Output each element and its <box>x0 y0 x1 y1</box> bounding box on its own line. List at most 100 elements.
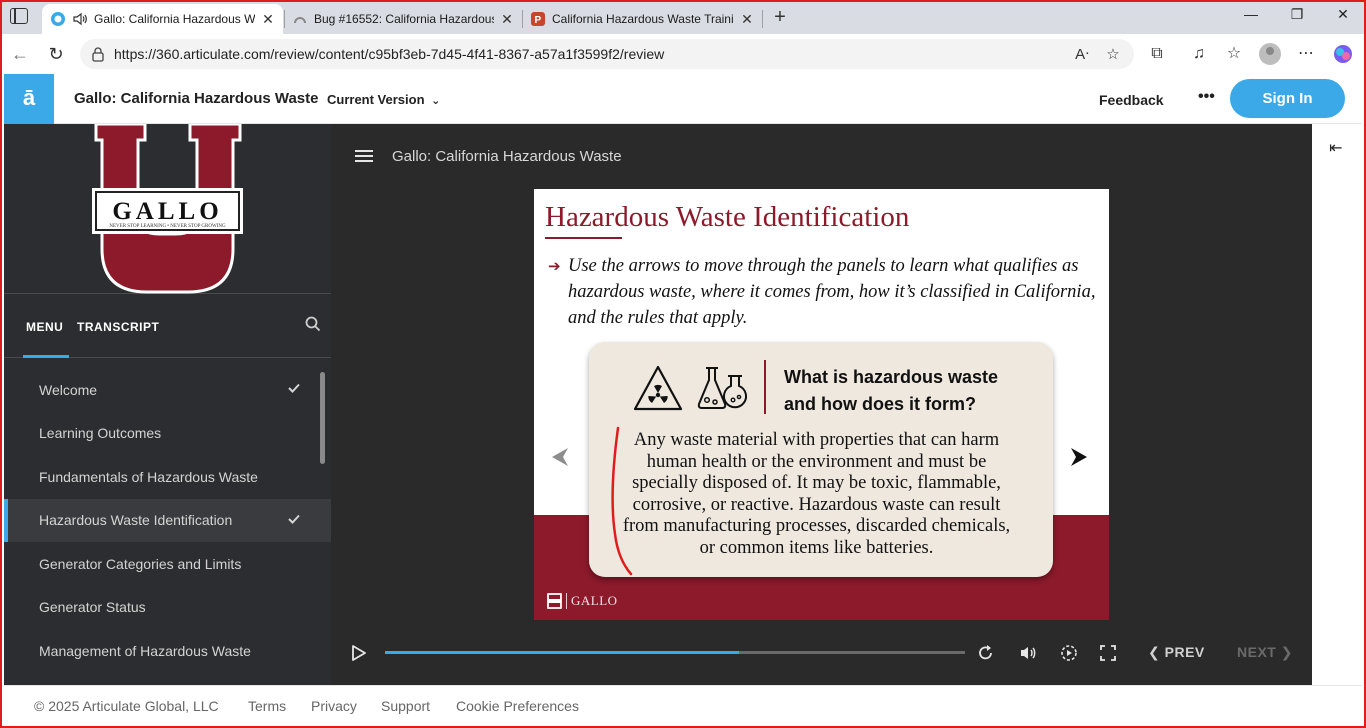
course-player: GALLO NEVER STOP LEARNING • NEVER STOP G… <box>4 124 1312 685</box>
completed-check-icon <box>288 383 300 393</box>
menu-item-fundamentals[interactable]: Fundamentals of Hazardous Waste <box>4 455 331 499</box>
tab-close-icon[interactable]: ✕ <box>740 11 754 28</box>
footer-link-cookie-preferences[interactable]: Cookie Preferences <box>456 698 579 714</box>
favorite-star-icon[interactable]: ☆ <box>1103 45 1123 63</box>
minimize-icon[interactable]: — <box>1241 6 1261 22</box>
slide-brand: GALLO <box>547 593 618 609</box>
page-footer: © 2025 Articulate Global, LLC Terms Priv… <box>4 685 1362 726</box>
more-options-icon[interactable]: ••• <box>1198 88 1215 106</box>
profile-avatar[interactable] <box>1259 43 1281 65</box>
footer-link-support[interactable]: Support <box>381 698 430 714</box>
fullscreen-icon[interactable] <box>1099 644 1117 662</box>
tab-close-icon[interactable]: ✕ <box>261 11 275 28</box>
site-info-icon[interactable] <box>90 46 106 62</box>
card-body: Any waste material with properties that … <box>622 430 1011 558</box>
browser-tab-strip: Gallo: California Hazardous Waste ✕ Bug … <box>0 0 1366 34</box>
address-bar[interactable]: https://360.articulate.com/review/conten… <box>80 39 1134 69</box>
hazard-triangle-icon <box>633 365 683 411</box>
speaker-icon[interactable] <box>72 11 88 27</box>
course-sidebar: GALLO NEVER STOP LEARNING • NEVER STOP G… <box>4 124 331 685</box>
back-icon[interactable]: ← <box>8 42 32 66</box>
logo-area: GALLO NEVER STOP LEARNING • NEVER STOP G… <box>4 124 331 294</box>
tab-title: California Hazardous Waste Training <box>552 12 734 26</box>
menu-item-label: Fundamentals of Hazardous Waste <box>39 468 258 485</box>
powerpoint-favicon-icon: P <box>531 12 545 26</box>
menu-item-generator-status[interactable]: Generator Status <box>4 586 331 630</box>
settings-more-icon[interactable]: ⋯ <box>1295 43 1317 65</box>
lab-flasks-icon <box>697 367 747 409</box>
card-heading: What is hazardous waste and how does it … <box>784 367 999 414</box>
refresh-icon[interactable]: ↻ <box>44 42 68 66</box>
logo-tagline: NEVER STOP LEARNING • NEVER STOP GROWING <box>109 224 226 229</box>
prev-label: PREV <box>1164 644 1205 660</box>
menu-item-hazardous-waste-identification[interactable]: Hazardous Waste Identification <box>4 498 331 542</box>
favorites-icon[interactable]: ☆ <box>1223 43 1245 65</box>
tab-transcript[interactable]: TRANSCRIPT <box>77 320 159 334</box>
read-aloud-icon[interactable]: Aᐧ <box>1072 45 1092 63</box>
slide-instruction: Use the arrows to move through the panel… <box>568 256 1096 328</box>
menu-scrollbar[interactable] <box>320 372 325 464</box>
browser-tab-bug[interactable]: Bug #16552: California Hazardous Waste ✕ <box>284 4 522 34</box>
window-close-icon[interactable]: ✕ <box>1333 6 1353 23</box>
active-tab-indicator <box>23 355 69 358</box>
browser-tab-course[interactable]: Gallo: California Hazardous Waste ✕ <box>42 4 283 34</box>
menu-item-label: Generator Status <box>39 599 146 616</box>
next-label: NEXT <box>1237 644 1277 660</box>
tab-close-icon[interactable]: ✕ <box>500 11 514 28</box>
playback-speed-icon[interactable] <box>1060 644 1078 662</box>
course-title: Gallo: California Hazardous Waste <box>74 90 319 107</box>
articulate-logo[interactable]: ā <box>4 74 54 124</box>
version-label: Current Version <box>327 92 425 107</box>
svg-text:P: P <box>535 15 542 26</box>
hamburger-menu-icon[interactable] <box>355 150 373 164</box>
extensions-icon[interactable]: ⧉ <box>1146 43 1168 65</box>
title-underline <box>545 237 622 239</box>
stage-course-title: Gallo: California Hazardous Waste <box>392 148 622 165</box>
sign-in-button[interactable]: Sign In <box>1230 79 1345 118</box>
menu-item-label: Management of Hazardous Waste <box>39 642 251 659</box>
menu-item-management[interactable]: Management of Hazardous Waste <box>4 629 331 673</box>
next-panel-arrow-icon[interactable] <box>1069 446 1089 468</box>
browser-tab-training[interactable]: P California Hazardous Waste Training ✕ <box>522 4 762 34</box>
chevron-right-icon: ❯ <box>1280 644 1293 660</box>
footer-link-terms[interactable]: Terms <box>248 698 286 714</box>
search-icon[interactable] <box>305 316 321 332</box>
tab-menu[interactable]: MENU <box>26 320 63 334</box>
menu-item-label: Learning Outcomes <box>39 425 162 442</box>
version-dropdown[interactable]: Current Version ⌄ <box>327 92 440 107</box>
seek-bar[interactable] <box>385 651 965 654</box>
menu-item-generator-categories[interactable]: Generator Categories and Limits <box>4 542 331 586</box>
bullet-arrow-icon: ➔ <box>548 258 561 275</box>
restore-icon[interactable]: ❐ <box>1287 6 1307 23</box>
chevron-down-icon: ⌄ <box>431 95 441 107</box>
replay-icon[interactable] <box>977 644 995 662</box>
copilot-icon[interactable] <box>1332 43 1354 65</box>
volume-icon[interactable] <box>1019 644 1037 662</box>
sidebar-tabs: MENU TRANSCRIPT <box>4 294 331 358</box>
menu-list: Welcome Learning Outcomes Fundamentals o… <box>4 368 331 673</box>
menu-item-label: Welcome <box>39 381 98 398</box>
prev-button[interactable]: ❮ PREV <box>1148 644 1205 661</box>
menu-item-welcome[interactable]: Welcome <box>4 368 331 412</box>
new-tab-icon[interactable]: + <box>770 6 790 29</box>
previous-panel-arrow-icon[interactable] <box>550 446 570 468</box>
completed-check-icon <box>288 514 300 524</box>
next-button[interactable]: NEXT ❯ <box>1237 644 1293 661</box>
collapse-panel-icon[interactable]: ⇤ <box>1329 138 1342 158</box>
slide-brand-text: GALLO <box>566 593 618 609</box>
logo-wordmark: GALLO <box>112 198 222 225</box>
seek-progress <box>385 651 739 654</box>
media-icon[interactable]: ♫ <box>1188 43 1210 65</box>
menu-item-label: Hazardous Waste Identification <box>39 512 233 529</box>
slide-title: Hazardous Waste Identification <box>545 201 910 233</box>
tab-actions-icon[interactable] <box>10 8 28 24</box>
loading-favicon-icon <box>294 17 306 24</box>
footer-link-privacy[interactable]: Privacy <box>311 698 357 714</box>
tab-title: Bug #16552: California Hazardous Waste <box>314 12 494 26</box>
tab-title: Gallo: California Hazardous Waste <box>94 12 255 26</box>
menu-item-learning-outcomes[interactable]: Learning Outcomes <box>4 412 331 456</box>
feedback-button[interactable]: Feedback <box>1099 92 1164 108</box>
copyright-text: © 2025 Articulate Global, LLC <box>34 698 219 714</box>
play-icon[interactable] <box>352 645 366 661</box>
right-rail: ⇤ <box>1312 124 1362 685</box>
